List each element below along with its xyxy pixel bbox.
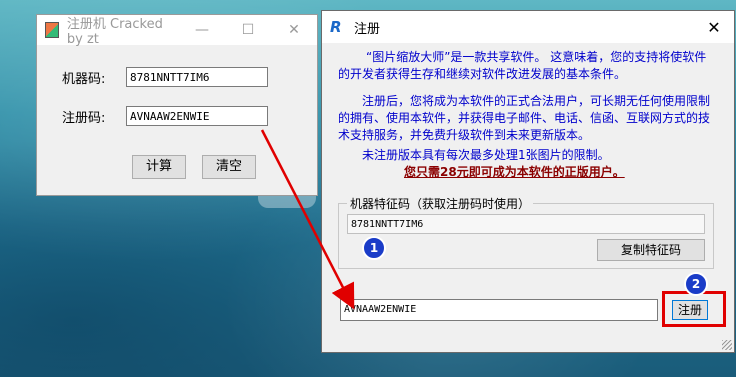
annotation-arrow xyxy=(260,129,355,310)
step-1-badge: 1 xyxy=(362,236,386,260)
step-2-badge: 2 xyxy=(684,272,708,296)
register-button-highlight xyxy=(662,291,726,327)
